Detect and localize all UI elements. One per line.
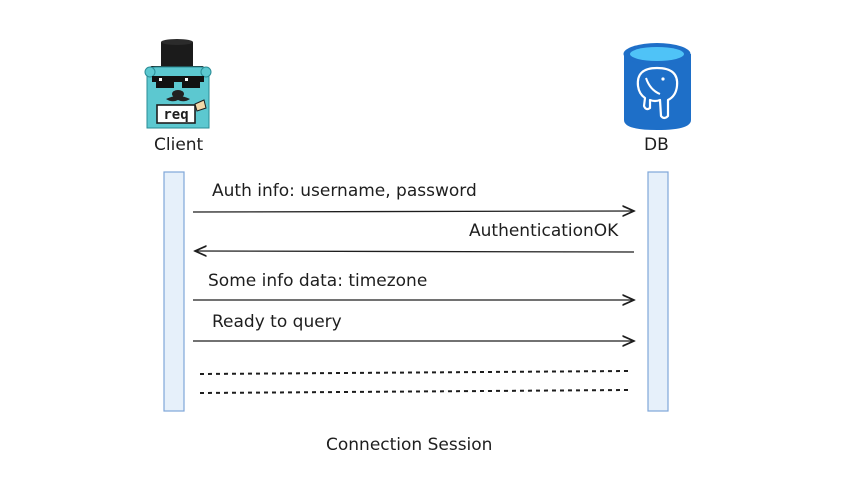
- postgres-db-icon: [623, 43, 691, 130]
- continuation-dotted-line-1: [199, 370, 629, 375]
- message-label-auth-info: Auth info: username, password: [212, 181, 477, 201]
- message-label-authentication-ok: AuthenticationOK: [469, 221, 619, 241]
- message-label-info-data: Some info data: timezone: [208, 271, 428, 291]
- db-label: DB: [644, 135, 669, 155]
- message-arrow-auth-info: [192, 211, 634, 212]
- message-label-ready: Ready to query: [212, 312, 342, 332]
- client-gopher-logo: req: [144, 39, 212, 129]
- db-lifeline: [647, 171, 669, 412]
- continuation-dotted-line-2: [199, 389, 629, 394]
- client-lifeline: [163, 171, 185, 412]
- client-label: Client: [154, 135, 204, 155]
- diagram-caption: Connection Session: [326, 435, 493, 455]
- client-logo-text: req: [163, 107, 188, 123]
- message-arrow-authentication-ok: [195, 251, 635, 252]
- diagram-canvas: req: [144, 39, 691, 412]
- sequence-diagram: req Client DB Auth info: username, passw…: [0, 0, 850, 495]
